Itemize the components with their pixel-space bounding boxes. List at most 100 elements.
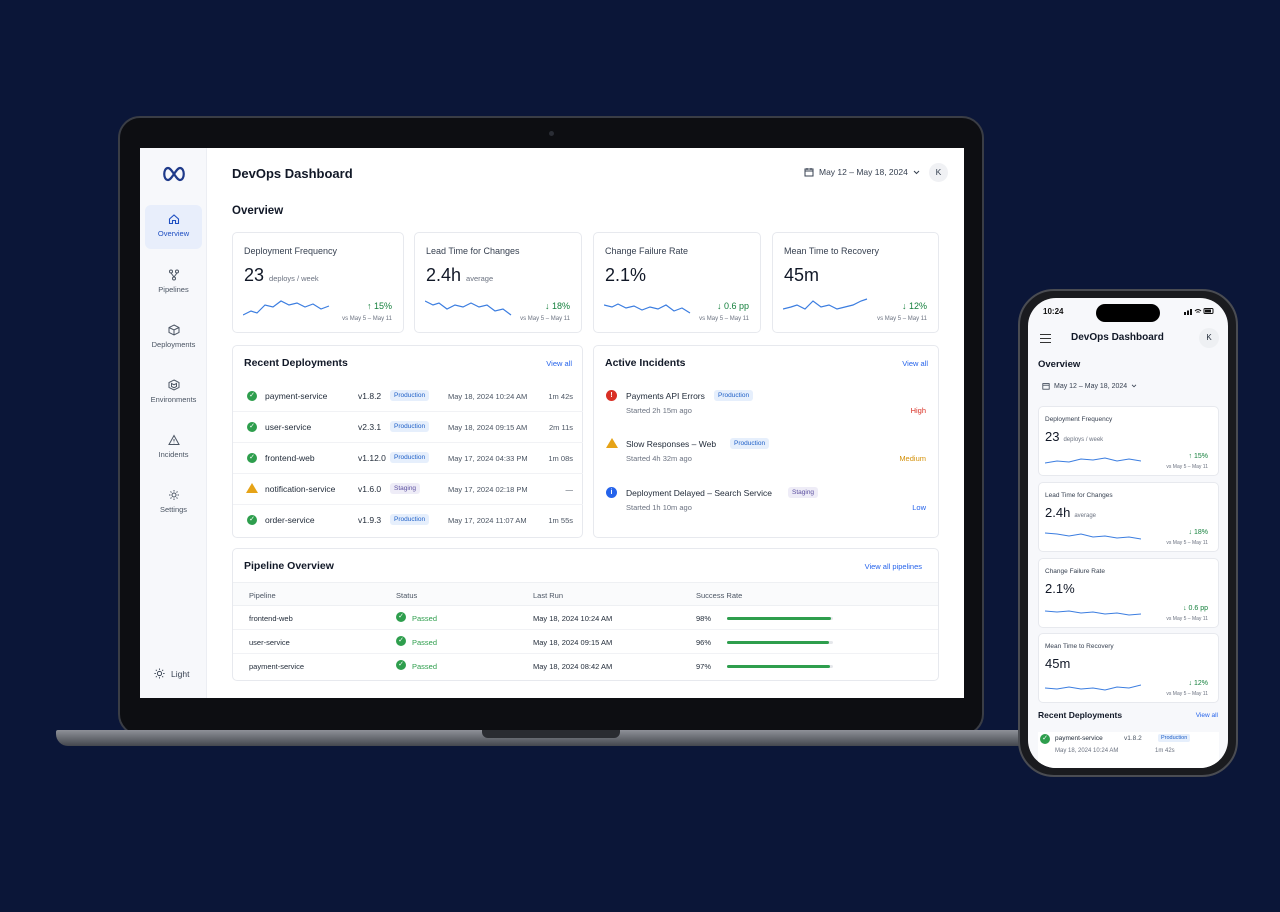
success-rate-fill — [727, 617, 831, 620]
sidebar-item-pipelines[interactable]: Pipelines — [145, 261, 202, 305]
active-incidents-card: Active Incidents View all ! Payments API… — [593, 345, 939, 538]
table-row[interactable]: frontend-web ✓ Passed May 18, 2024 10:24… — [233, 606, 938, 630]
column-header[interactable]: Pipeline — [249, 591, 276, 600]
env-badge: Staging — [788, 487, 819, 498]
table-row[interactable]: user-service ✓ Passed May 18, 2024 09:15… — [233, 630, 938, 654]
service-name: notification-service — [265, 484, 336, 494]
env-badge: Staging — [390, 483, 421, 494]
status-label: Passed — [412, 638, 438, 647]
avatar[interactable]: K — [1199, 328, 1219, 348]
kpi-compare: vs May 5 – May 11 — [699, 316, 749, 322]
warning-icon — [606, 438, 618, 448]
service-name: payment-service — [1055, 735, 1103, 742]
gear-icon — [168, 490, 179, 500]
column-header[interactable]: Status — [396, 591, 417, 600]
sidebar-item-label: Pipelines — [158, 285, 189, 294]
kpi-card-deployment-frequency[interactable]: Deployment Frequency 23 deploys / week ↑ … — [232, 232, 404, 333]
sidebar-item-settings[interactable]: Settings — [145, 481, 202, 525]
laptop-notch — [482, 730, 620, 738]
incident-title: Payments API Errors — [626, 391, 705, 401]
service-name: user-service — [265, 422, 312, 432]
table-row[interactable]: notification-service v1.6.0 Staging May … — [233, 474, 583, 505]
column-header[interactable]: Success Rate — [696, 591, 742, 600]
dynamic-island — [1096, 304, 1160, 322]
env-badge: Production — [714, 390, 754, 401]
kpi-delta: ↓ 0.6 pp — [1183, 605, 1208, 612]
table-row[interactable]: ✓ payment-service v1.8.2 Production May … — [233, 381, 583, 412]
kpi-name: Lead Time for Changes — [1045, 492, 1113, 499]
table-row[interactable]: payment-service ✓ Passed May 18, 2024 08… — [233, 654, 938, 678]
env-badge: Production — [390, 421, 430, 432]
kpi-delta: ↓ 12% — [1188, 680, 1208, 687]
sparkline — [1045, 532, 1141, 540]
status-icons — [1184, 307, 1214, 317]
incident-title: Slow Responses – Web — [626, 439, 717, 449]
section-title-recent-deployments: Recent Deployments — [1038, 710, 1123, 720]
kpi-value: 2.1% — [1045, 581, 1075, 596]
env-badge: Production — [390, 452, 430, 463]
sidebar-item-deployments[interactable]: Deployments — [145, 316, 202, 360]
view-all-deployments-link[interactable]: View all — [546, 359, 572, 368]
kpi-value: 23 deploys / week — [244, 265, 319, 285]
table-row[interactable]: ✓ user-service v2.3.1 Production May 18,… — [233, 412, 583, 443]
success-icon: ✓ — [396, 612, 406, 622]
kpi-compare: vs May 5 – May 11 — [1166, 464, 1208, 470]
sidebar-item-environments[interactable]: Environments — [145, 371, 202, 415]
theme-label: Light — [171, 668, 190, 679]
kpi-card-deployment-frequency[interactable]: Deployment Frequency 23 deploys / week ↑ … — [1038, 406, 1219, 476]
list-item[interactable]: ✓ payment-service v1.8.2 Production May … — [1038, 732, 1219, 768]
duration: 1m 42s — [548, 392, 573, 401]
pipeline-name: frontend-web — [249, 614, 293, 623]
sidebar-item-label: Overview — [157, 229, 190, 238]
theme-toggle[interactable]: Light — [154, 668, 189, 679]
recent-deployments-card: Recent Deployments View all ✓ payment-se… — [232, 345, 583, 538]
date-range-label: May 12 – May 18, 2024 — [819, 167, 908, 177]
kpi-card-mttr[interactable]: Mean Time to Recovery 45m ↓ 12% vs May 5… — [1038, 633, 1219, 703]
laptop-camera — [549, 131, 554, 136]
view-all-incidents-link[interactable]: View all — [902, 359, 928, 368]
kpi-card-change-failure-rate[interactable]: Change Failure Rate 2.1% ↓ 0.6 pp vs May… — [593, 232, 761, 333]
view-all-pipelines-link[interactable]: View all pipelines — [865, 562, 922, 571]
kpi-delta: ↓ 18% — [544, 301, 570, 311]
kpi-card-lead-time[interactable]: Lead Time for Changes 2.4h average ↓ 18% … — [414, 232, 582, 333]
infinity-icon[interactable] — [161, 164, 187, 184]
success-icon: ✓ — [396, 636, 406, 646]
date-range-label: May 12 – May 18, 2024 — [1054, 382, 1128, 390]
hamburger-menu-icon[interactable] — [1040, 334, 1051, 343]
table-row[interactable]: ✓ order-service v1.9.3 Production May 17… — [233, 505, 583, 536]
success-rate: 97% — [696, 662, 712, 671]
table-row[interactable]: ✓ frontend-web v1.12.0 Production May 17… — [233, 443, 583, 474]
pipeline-name: payment-service — [249, 662, 305, 671]
incident-item[interactable]: i Deployment Delayed – Search Service St… — [606, 485, 926, 533]
date-range-picker[interactable]: May 12 – May 18, 2024 — [1042, 382, 1137, 390]
kpi-compare: vs May 5 – May 11 — [1166, 691, 1208, 697]
kpi-card-lead-time[interactable]: Lead Time for Changes 2.4h average ↓ 18% … — [1038, 482, 1219, 552]
env-badge: Production — [1158, 734, 1191, 742]
avatar[interactable]: K — [929, 163, 948, 182]
column-header[interactable]: Last Run — [533, 591, 563, 600]
duration: — — [565, 485, 574, 494]
card-title: Pipeline Overview — [244, 560, 334, 572]
kpi-name: Lead Time for Changes — [426, 246, 520, 256]
kpi-name: Mean Time to Recovery — [1045, 643, 1114, 650]
incident-item[interactable]: Slow Responses – Web Production Started … — [606, 436, 926, 484]
timestamp: May 17, 2024 02:18 PM — [448, 485, 528, 494]
kpi-delta: ↓ 0.6 pp — [716, 301, 749, 311]
success-icon: ✓ — [247, 453, 257, 463]
status-label: Passed — [412, 662, 438, 671]
date-range-picker[interactable]: May 12 – May 18, 2024 — [804, 167, 920, 177]
last-run: May 18, 2024 10:24 AM — [533, 614, 613, 623]
view-all-deployments-link[interactable]: View all — [1196, 712, 1218, 719]
sidebar-item-overview[interactable]: Overview — [145, 205, 202, 249]
service-name: order-service — [265, 515, 315, 525]
kpi-delta: ↓ 12% — [901, 301, 927, 311]
severity-label: Low — [912, 503, 926, 512]
kpi-value: 45m — [784, 265, 820, 285]
pipeline-icon — [168, 269, 179, 281]
last-run: May 18, 2024 09:15 AM — [533, 638, 613, 647]
incident-item[interactable]: ! Payments API Errors Production Started… — [606, 388, 926, 436]
kpi-card-mttr[interactable]: Mean Time to Recovery 45m ↓ 12% vs May 5… — [772, 232, 939, 333]
sidebar-item-incidents[interactable]: Incidents — [145, 426, 202, 470]
last-run: May 18, 2024 08:42 AM — [533, 662, 613, 671]
kpi-card-change-failure-rate[interactable]: Change Failure Rate 2.1% ↓ 0.6 pp vs May… — [1038, 558, 1219, 628]
